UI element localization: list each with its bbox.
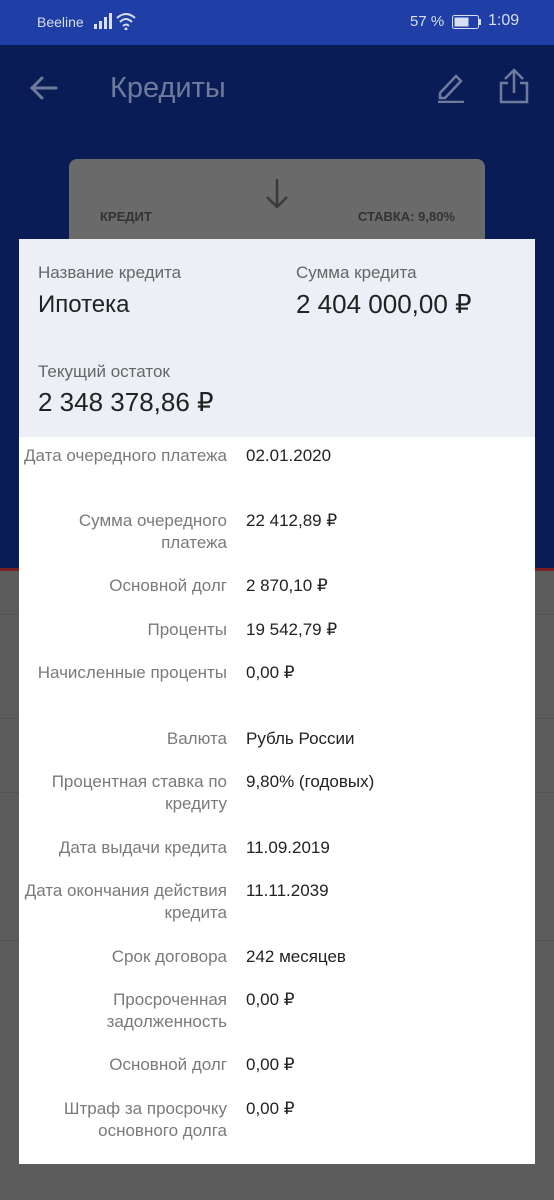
detail-value: 02.01.2020	[246, 446, 332, 465]
detail-label: Сумма очередного платежа	[78, 511, 227, 552]
balance-label: Текущий остаток	[38, 362, 170, 381]
detail-label: Дата выдачи кредита	[58, 838, 227, 857]
credit-sum-label: Сумма кредита	[296, 263, 417, 282]
app-bar: Кредиты	[0, 45, 554, 134]
detail-label: Дата очередного платежа	[24, 446, 227, 465]
card-label: КРЕДИТ	[100, 209, 152, 224]
dialog-header: Название кредита Ипотека Сумма кредита 2…	[19, 239, 535, 437]
detail-value: 0,00 ₽	[246, 990, 295, 1009]
detail-value: 22 412,89 ₽	[246, 511, 338, 530]
detail-label: Процентная ставка по кредиту	[51, 772, 227, 813]
detail-label: Просроченная задолженность	[106, 990, 227, 1031]
detail-label: Основной долг	[109, 576, 227, 595]
card-rate: СТАВКА: 9,80%	[357, 209, 455, 224]
detail-value: Рубль России	[246, 729, 355, 748]
detail-value: 11.11.2039	[246, 881, 329, 900]
clock: 1:09	[488, 12, 520, 29]
detail-value: 0,00 ₽	[246, 1099, 295, 1118]
battery-icon	[452, 15, 481, 29]
detail-value: 242 месяцев	[246, 947, 346, 966]
credit-name-label: Название кредита	[38, 263, 182, 282]
credit-details-dialog: Название кредита Ипотека Сумма кредита 2…	[19, 239, 535, 1164]
status-bar: Beeline 57 % 1:09	[0, 0, 554, 45]
detail-label: Штраф за просрочку основного долга	[63, 1099, 227, 1140]
edit-pencil-icon[interactable]	[436, 71, 466, 103]
arrow-down-icon	[266, 179, 288, 209]
credit-card[interactable]: КРЕДИТ СТАВКА: 9,80%	[69, 159, 485, 249]
detail-value: 19 542,79 ₽	[246, 620, 338, 639]
detail-label: Срок договора	[111, 947, 227, 966]
balance-value: 2 348 378,86 ₽	[38, 387, 214, 417]
credit-sum-value: 2 404 000,00 ₽	[296, 289, 472, 319]
detail-value: 0,00 ₽	[246, 663, 295, 682]
detail-label: Валюта	[166, 729, 227, 748]
detail-label: Дата окончания действия кредита	[24, 881, 227, 922]
back-arrow-icon[interactable]	[28, 73, 58, 103]
battery-percent: 57 %	[410, 13, 445, 30]
detail-value: 0,00 ₽	[246, 1055, 295, 1074]
share-icon[interactable]	[498, 67, 530, 105]
detail-label: Проценты	[147, 620, 227, 639]
signal-icon	[94, 13, 112, 29]
detail-label: Начисленные проценты	[37, 663, 227, 682]
credit-name-value: Ипотека	[38, 291, 130, 318]
wifi-icon	[116, 13, 136, 30]
detail-label: Основной долг	[109, 1055, 227, 1074]
page-title: Кредиты	[110, 72, 226, 104]
detail-value: 2 870,10 ₽	[246, 576, 328, 595]
carrier-name: Beeline	[37, 14, 84, 30]
detail-value: 9,80% (годовых)	[246, 772, 375, 791]
detail-value: 11.09.2019	[246, 838, 330, 857]
